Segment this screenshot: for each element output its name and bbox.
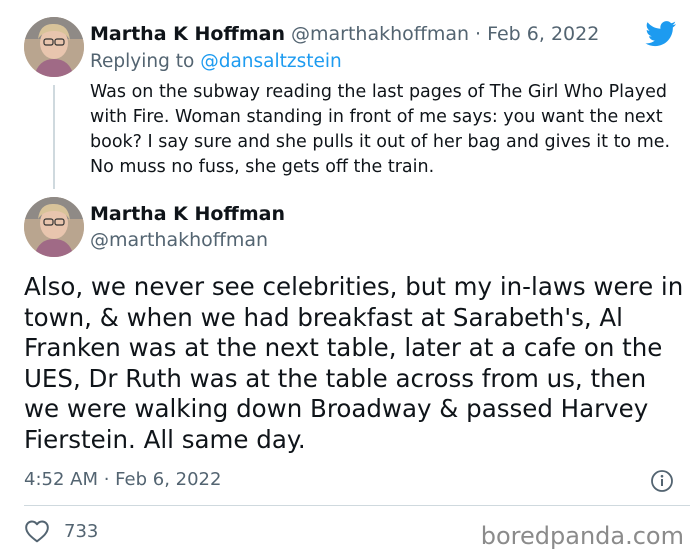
tweet-date[interactable]: Feb 6, 2022 [487, 23, 599, 45]
avatar[interactable] [24, 197, 84, 257]
info-icon[interactable] [650, 469, 674, 497]
author-name[interactable]: Martha K Hoffman [90, 203, 285, 225]
like-count: 733 [64, 520, 99, 542]
reply-tweet-text: Was on the subway reading the last pages… [90, 82, 671, 177]
avatar-photo [24, 197, 84, 257]
like-button[interactable]: 733 [24, 519, 98, 543]
replying-to-label: Replying to [90, 51, 195, 72]
divider [24, 505, 690, 506]
avatar[interactable] [24, 17, 84, 77]
reply-header: Martha K Hoffman @marthakhoffman · Feb 6… [90, 23, 599, 47]
twitter-bird-icon [645, 21, 677, 51]
author-handle[interactable]: @marthakhoffman [291, 23, 469, 45]
main-tweet-text: Also, we never see celebrities, but my i… [24, 272, 684, 454]
separator: · [475, 23, 482, 45]
watermark: boredpanda.com [480, 522, 684, 550]
replying-to-handle[interactable]: @dansaltzstein [200, 51, 342, 72]
author-handle[interactable]: @marthakhoffman [90, 229, 268, 251]
tweet-timestamp[interactable]: 4:52 AM · Feb 6, 2022 [24, 469, 221, 490]
heart-icon [25, 520, 49, 543]
avatar-photo [24, 17, 84, 77]
replying-to: Replying to @dansaltzstein [90, 51, 342, 72]
thread-line [53, 85, 55, 189]
author-name[interactable]: Martha K Hoffman [90, 23, 285, 45]
